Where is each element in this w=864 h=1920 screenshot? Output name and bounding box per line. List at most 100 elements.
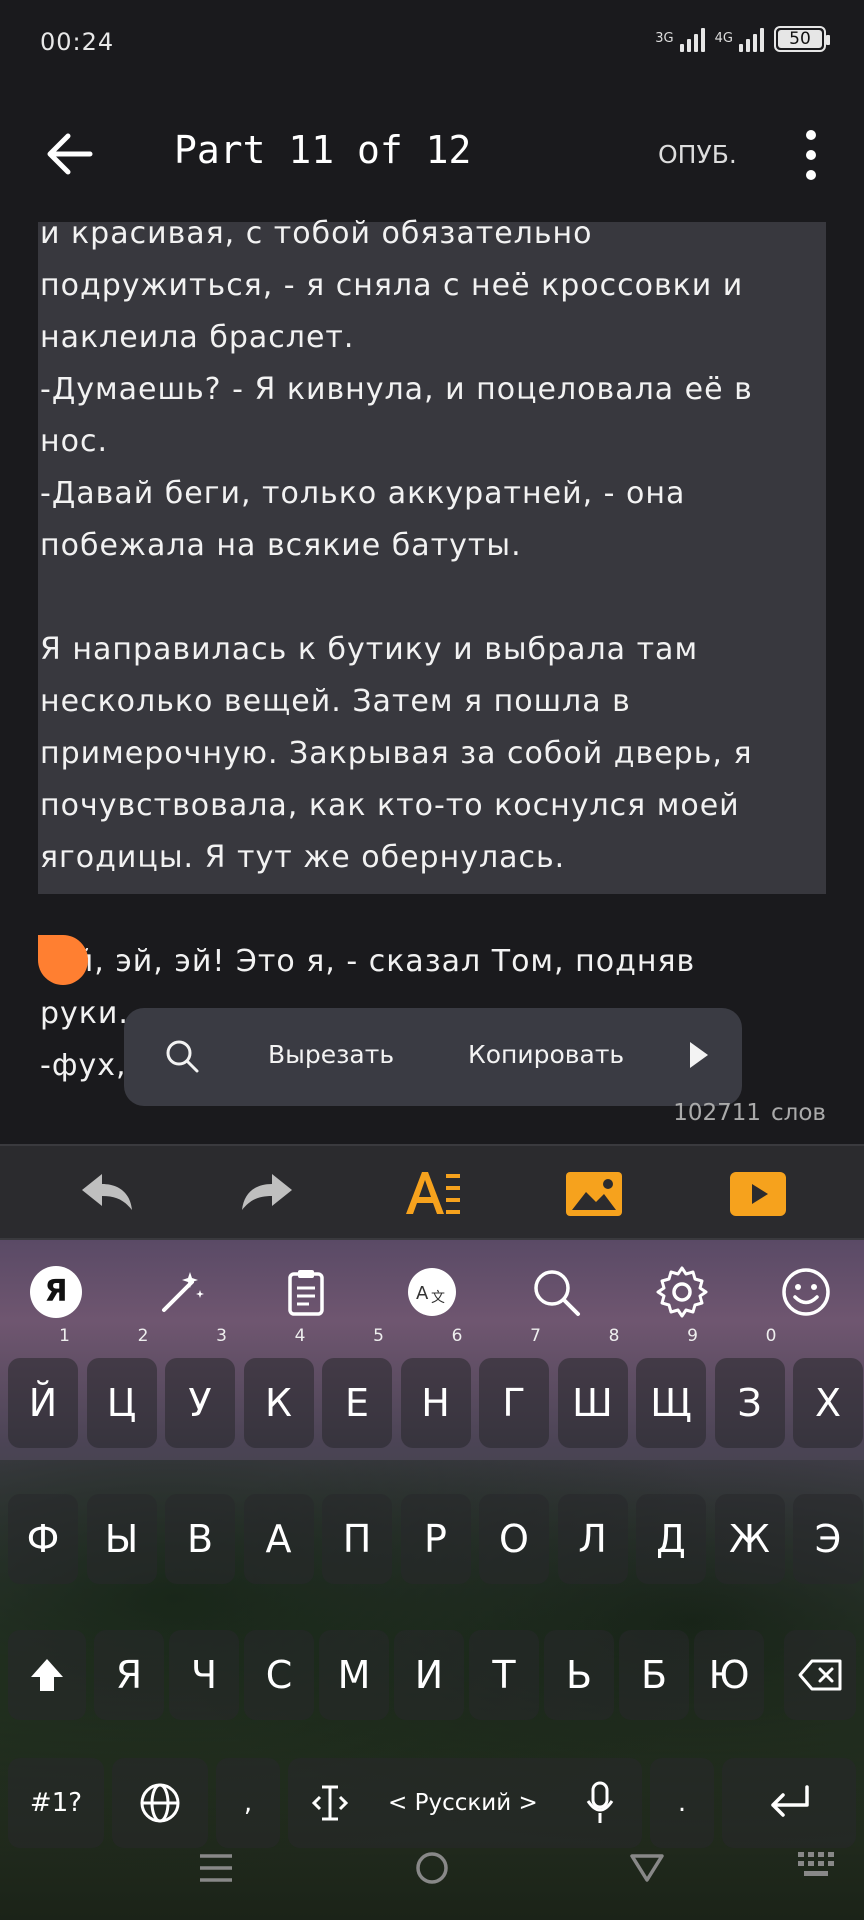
redo-icon[interactable] — [238, 1164, 298, 1224]
key-letter: Й — [28, 1381, 58, 1425]
editor-text-line: почувствовала, как кто-то коснулся моей — [40, 788, 740, 823]
text-editor[interactable]: и красивая, с тобой обязательно подружить… — [0, 210, 864, 1144]
signal-4g-icon — [739, 26, 764, 52]
word-count-value: 102711 — [673, 1100, 762, 1126]
key-Ы[interactable]: Ы — [86, 1494, 157, 1584]
key-Х[interactable]: Х — [793, 1358, 863, 1448]
system-nav-bar — [0, 1820, 864, 1920]
settings-gear-icon[interactable] — [654, 1264, 710, 1320]
key-К[interactable]: К4 — [243, 1328, 314, 1448]
menu-icon[interactable] — [198, 1850, 234, 1886]
signal-3g-icon — [679, 26, 705, 52]
key-Г[interactable]: Г7 — [479, 1328, 549, 1448]
selection-context-menu: Вырезать Копировать — [124, 1008, 742, 1106]
svg-text:A: A — [416, 1283, 429, 1304]
key-letter: К — [265, 1381, 292, 1425]
key-Л[interactable]: Л — [557, 1494, 628, 1584]
key-Ь[interactable]: Ь — [544, 1630, 614, 1720]
key-Т[interactable]: Т — [469, 1630, 539, 1720]
key-number-hint: 1 — [59, 1326, 70, 1346]
network-3g-label: 3G — [655, 31, 674, 46]
key-Ш[interactable]: Ш8 — [557, 1328, 628, 1448]
more-options-icon[interactable] — [800, 130, 822, 180]
cut-button[interactable]: Вырезать — [268, 1040, 394, 1069]
key-number-hint: 7 — [530, 1326, 541, 1346]
key-Н[interactable]: Н6 — [400, 1328, 471, 1448]
key-У[interactable]: У3 — [165, 1328, 235, 1448]
word-count-unit: слов — [771, 1100, 826, 1126]
svg-text:文: 文 — [431, 1290, 445, 1306]
key-Ц[interactable]: Ц2 — [86, 1328, 157, 1448]
key-Р[interactable]: Р — [400, 1494, 471, 1584]
key-М[interactable]: М — [319, 1630, 389, 1720]
editor-text-line: -Эй, эй, эй! Это я, - сказал Том, подняв — [40, 944, 696, 979]
key-letter: Н — [421, 1381, 450, 1425]
search-icon[interactable] — [164, 1038, 200, 1074]
status-icons: 3G 4G 50 — [655, 26, 830, 52]
key-number-hint: 8 — [608, 1326, 620, 1346]
key-number-hint: 6 — [451, 1326, 463, 1346]
key-number-hint: 5 — [373, 1326, 384, 1346]
key-letter: Ц — [106, 1381, 137, 1425]
search-icon[interactable] — [528, 1264, 584, 1320]
key-number-hint: 3 — [216, 1326, 227, 1346]
keyboard-hide-icon[interactable] — [796, 1850, 836, 1880]
key-Ф[interactable]: Ф — [8, 1494, 78, 1584]
key-Я[interactable]: Я — [94, 1630, 164, 1720]
back-arrow-icon[interactable] — [38, 126, 98, 182]
status-bar: 00:24 3G 4G 50 — [0, 0, 864, 84]
editor-text-line: ягодицы. Я тут же обернулась. — [40, 840, 566, 875]
yandex-logo-icon[interactable]: Я — [30, 1266, 82, 1318]
key-Ю[interactable]: Ю — [694, 1630, 764, 1720]
key-Й[interactable]: Й1 — [8, 1328, 78, 1448]
key-letter: У — [188, 1381, 212, 1425]
network-4g-label: 4G — [714, 31, 733, 46]
key-Д[interactable]: Д — [636, 1494, 706, 1584]
part-title: Part 11 of 12 — [174, 128, 472, 172]
shift-key[interactable] — [8, 1630, 86, 1720]
key-И[interactable]: И — [394, 1630, 464, 1720]
magic-wand-icon[interactable] — [154, 1264, 210, 1320]
key-letter: Е — [344, 1381, 369, 1425]
translate-icon[interactable]: A 文 — [404, 1264, 460, 1320]
clipboard-icon[interactable] — [278, 1264, 334, 1320]
undo-icon[interactable] — [76, 1164, 136, 1224]
copy-button[interactable]: Копировать — [468, 1040, 624, 1069]
key-А[interactable]: А — [243, 1494, 314, 1584]
key-З[interactable]: З0 — [714, 1328, 785, 1448]
battery-icon: 50 — [774, 26, 830, 52]
back-triangle-icon[interactable] — [628, 1850, 666, 1886]
key-О[interactable]: О — [479, 1494, 549, 1584]
key-Э[interactable]: Э — [793, 1494, 863, 1584]
format-toolbar — [0, 1144, 864, 1240]
key-letter: Х — [814, 1381, 842, 1425]
editor-text-line: несколько вещей. Затем я пошла в — [40, 684, 631, 719]
battery-level: 50 — [789, 29, 811, 49]
video-icon[interactable] — [728, 1164, 788, 1224]
key-Б[interactable]: Б — [619, 1630, 689, 1720]
key-С[interactable]: С — [244, 1630, 314, 1720]
keyboard: Я A 文 Й1Ц2У3К4Е5Н6Г7Ш8Щ9З0Х ФЫВАПРОЛДЖЭ … — [0, 1240, 864, 1920]
more-actions-arrow-icon[interactable] — [690, 1042, 708, 1068]
home-icon[interactable] — [414, 1850, 450, 1886]
editor-text-line: побежала на всякие батуты. — [40, 528, 522, 563]
key-letter: Ш — [572, 1381, 613, 1425]
editor-text-line: подружиться, - я сняла с неё кроссовки и — [40, 268, 744, 303]
clock: 00:24 — [40, 28, 115, 56]
key-Ж[interactable]: Ж — [714, 1494, 785, 1584]
image-icon[interactable] — [564, 1164, 624, 1224]
emoji-icon[interactable] — [778, 1264, 834, 1320]
word-count: 102711 слов — [673, 1100, 826, 1126]
key-Щ[interactable]: Щ9 — [636, 1328, 706, 1448]
selection-handle[interactable] — [38, 935, 88, 985]
key-Ч[interactable]: Ч — [169, 1630, 239, 1720]
editor-text-line: примерочную. Закрывая за собой дверь, я — [40, 736, 753, 771]
key-Е[interactable]: Е5 — [322, 1328, 392, 1448]
text-format-icon[interactable] — [402, 1164, 462, 1224]
backspace-key[interactable] — [784, 1630, 856, 1720]
editor-text-line: и красивая, с тобой обязательно — [40, 216, 593, 251]
key-П[interactable]: П — [322, 1494, 392, 1584]
key-number-hint: 0 — [765, 1326, 777, 1346]
publish-button[interactable]: ОПУБ. — [658, 140, 737, 169]
key-В[interactable]: В — [165, 1494, 235, 1584]
